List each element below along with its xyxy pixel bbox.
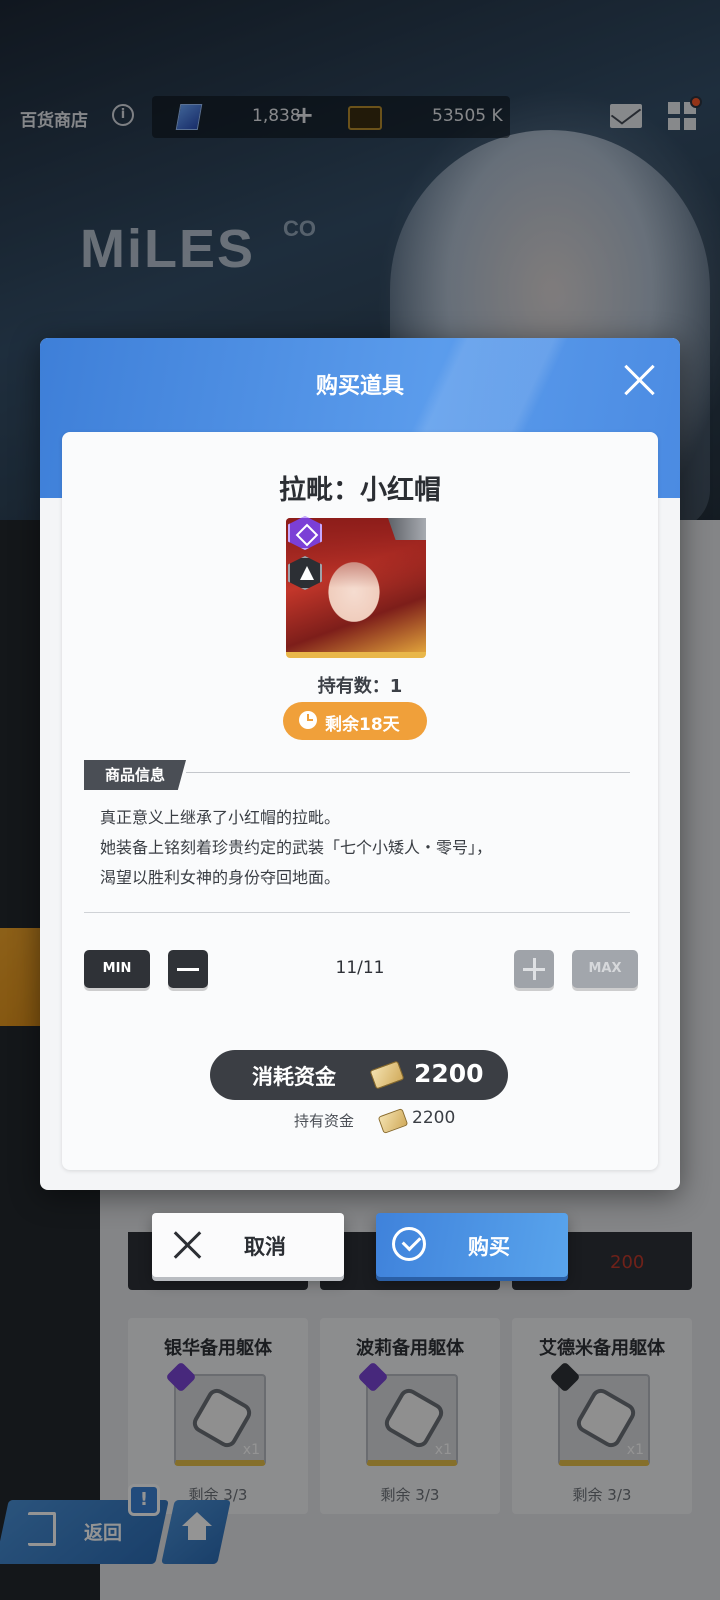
item-name: 拉毗：小红帽: [279, 475, 441, 506]
item-detail-card: 拉毗：小红帽 持有数：1 剩余18天 商品信息 真正意义上继承了小红帽的拉毗。 …: [62, 432, 658, 1170]
dialog-title: 购买道具: [315, 374, 404, 399]
section-tag-item-info: 商品信息: [84, 760, 186, 790]
close-icon[interactable]: [622, 362, 658, 398]
purchase-dialog: 购买道具 拉毗：小红帽 持有数：1 剩余18天 商品信息 真正意义上继承了小红帽…: [40, 338, 680, 1190]
held-funds-value: 2200: [412, 1108, 456, 1128]
time-remaining-text: 剩余18天: [325, 715, 400, 735]
funds-ticket-icon: [369, 1060, 405, 1090]
quantity-max-button[interactable]: MAX: [572, 950, 638, 988]
close-icon: [172, 1229, 204, 1261]
cost-label: 消耗资金: [252, 1065, 336, 1089]
cost-display: 消耗资金 2200: [210, 1050, 508, 1100]
section-divider: [186, 772, 630, 773]
quantity-value: 11/11: [335, 958, 385, 978]
held-count: 持有数：1: [317, 676, 403, 697]
item-description-line: 她装备上铭刻着珍贵约定的武装「七个小矮人・零号」，: [100, 838, 493, 857]
item-description-line: 真正意义上继承了小红帽的拉毗。: [100, 808, 341, 827]
cancel-button[interactable]: 取消: [152, 1213, 344, 1277]
held-funds-label: 持有资金: [294, 1112, 355, 1130]
item-description-line: 渴望以胜利女神的身份夺回地面。: [100, 868, 341, 887]
buy-label: 购买: [468, 1235, 510, 1259]
quantity-increase-button[interactable]: [514, 950, 554, 988]
check-icon: [392, 1227, 426, 1261]
cancel-label: 取消: [244, 1235, 286, 1259]
cost-value: 2200: [414, 1059, 484, 1088]
funds-ticket-icon: [377, 1108, 409, 1134]
clock-icon: [299, 711, 317, 729]
buy-button[interactable]: 购买: [376, 1213, 568, 1277]
time-remaining-badge: 剩余18天: [283, 702, 427, 740]
divider: [84, 912, 630, 913]
